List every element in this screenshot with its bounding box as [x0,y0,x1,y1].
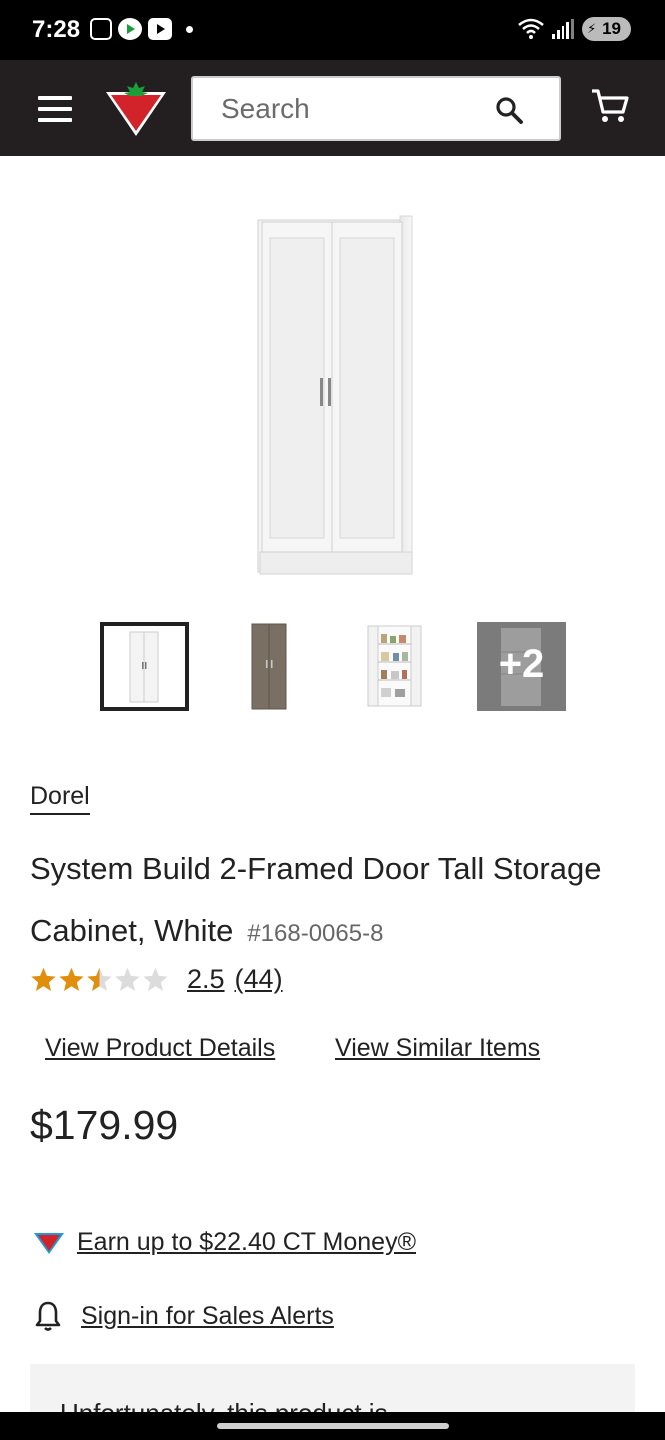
sales-alert-row: Sign-in for Sales Alerts [35,1300,334,1332]
status-system-icons: 19 [518,17,631,41]
screen-record-icon [90,18,112,40]
thumbnail-strip: +2 [100,622,570,712]
brown-cabinet-thumbnail-image [251,623,287,710]
brand-link[interactable]: Dorel [30,782,90,815]
rating-count[interactable]: (44) [235,964,283,995]
ct-money-link[interactable]: Earn up to $22.40 CT Money® [77,1228,416,1257]
thumbnail-brown-cabinet[interactable] [225,622,314,711]
product-main-image[interactable] [250,212,420,582]
play-store-icon [118,18,142,40]
ct-money-row: Earn up to $22.40 CT Money® [33,1228,416,1257]
view-similar-items-link[interactable]: View Similar Items [335,1034,540,1063]
cart-icon[interactable] [590,86,630,126]
open-cabinet-thumbnail-image [367,625,422,707]
sales-alerts-link[interactable]: Sign-in for Sales Alerts [81,1302,334,1331]
system-nav-bar [0,1412,665,1440]
app-header [0,60,665,156]
search-input[interactable] [221,92,491,126]
star-empty-icon [143,967,168,991]
youtube-icon [148,18,172,40]
thumbnail-white-cabinet[interactable] [100,622,189,711]
product-title: System Build 2-Framed Door Tall Storage … [30,838,640,965]
product-sku: #168-0065-8 [247,920,384,947]
battery-icon: 19 [582,17,631,41]
canadian-tire-triangle-icon [34,1232,64,1254]
status-notification-icons [90,18,193,40]
thumbnail-more-images[interactable]: +2 [477,622,566,711]
wifi-icon [518,18,544,39]
bell-icon [35,1301,61,1331]
white-cabinet-thumbnail-image [129,631,159,703]
thumbnail-open-cabinet[interactable] [350,622,439,711]
status-time: 7:28 [32,16,81,43]
star-empty-icon [115,967,140,991]
star-half-icon [87,967,112,991]
rating-row[interactable]: 2.5 (44) [30,964,283,995]
status-bar: 7:28 19 [0,0,665,60]
star-filled-icon [59,967,84,991]
search-box [191,76,561,141]
search-icon[interactable] [495,96,523,124]
rating-value[interactable]: 2.5 [187,964,225,995]
product-price: $179.99 [30,1102,179,1148]
signal-icon [552,19,575,39]
rating-stars [30,966,169,993]
more-images-label: +2 [498,642,545,686]
hamburger-menu-icon[interactable] [38,96,72,122]
canadian-tire-logo[interactable] [104,80,168,138]
home-gesture-handle[interactable] [217,1423,449,1429]
notification-dot-icon [186,25,193,33]
view-product-details-link[interactable]: View Product Details [45,1034,275,1063]
star-filled-icon [31,967,56,991]
